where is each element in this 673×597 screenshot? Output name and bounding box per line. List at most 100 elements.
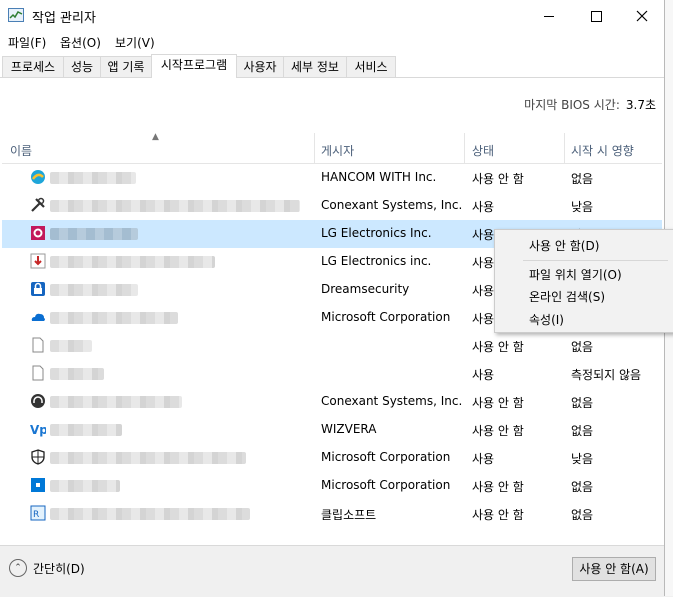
table-row[interactable]: Conexant Systems, Inc. 사용 안 함 없음: [2, 388, 662, 416]
fewer-details-label: 간단히(D): [33, 561, 85, 576]
column-header-row: ▲ 이름 게시자 상태 시작 시 영향: [2, 132, 662, 164]
table-row[interactable]: Microsoft Corporation 사용 낮음: [2, 444, 662, 472]
status-cell: 사용 안 함: [472, 424, 524, 438]
publisher-cell: 클립소프트: [321, 508, 377, 522]
svg-text:R: R: [33, 510, 39, 520]
file-icon: [32, 337, 44, 353]
context-menu: 사용 안 함(D) 파일 위치 열기(O) 온라인 검색(S) 속성(I): [494, 229, 673, 333]
table-row[interactable]: Microsoft Corporation 사용 안 함 없음: [2, 472, 662, 500]
svg-text:Vp: Vp: [30, 423, 46, 437]
impact-cell: 없음: [571, 508, 594, 522]
tab-services[interactable]: 서비스: [346, 56, 396, 77]
app-name-blurred: [50, 200, 300, 212]
context-properties[interactable]: 속성(I): [529, 311, 564, 328]
publisher-cell: Conexant Systems, Inc.: [321, 394, 463, 408]
blue-square-icon: [31, 478, 45, 492]
close-button[interactable]: [619, 0, 665, 32]
status-cell: 사용: [472, 228, 495, 242]
impact-cell: 측정되지 않음: [571, 368, 642, 382]
window-title: 작업 관리자: [32, 11, 96, 26]
context-open-file-location[interactable]: 파일 위치 열기(O): [529, 266, 622, 283]
chevron-up-icon: ⌃: [9, 559, 27, 577]
publisher-cell: Microsoft Corporation: [321, 478, 451, 492]
app-name-blurred: [50, 368, 104, 380]
table-row[interactable]: R 클립소프트 사용 안 함 없음: [2, 500, 662, 528]
column-name[interactable]: 이름: [10, 142, 32, 159]
publisher-cell: HANCOM WITH Inc.: [321, 170, 437, 184]
publisher-cell: LG Electronics Inc.: [321, 226, 432, 240]
footer-bar: ⌃ 간단히(D) 사용 안 함(A): [0, 545, 664, 597]
app-name-blurred: [50, 508, 250, 520]
column-status[interactable]: 상태: [472, 142, 494, 159]
tab-startup[interactable]: 시작프로그램: [151, 54, 237, 78]
clipsoft-icon: R: [30, 505, 46, 521]
table-row[interactable]: HANCOM WITH Inc. 사용 안 함 없음: [2, 164, 662, 192]
status-cell: 사용 안 함: [472, 396, 524, 410]
tab-performance[interactable]: 성능: [63, 56, 101, 77]
maximize-icon: [590, 10, 602, 22]
publisher-cell: WIZVERA: [321, 422, 377, 436]
column-divider[interactable]: [564, 133, 565, 163]
impact-cell: 없음: [571, 396, 594, 410]
column-divider[interactable]: [464, 133, 465, 163]
file-icon: [32, 365, 44, 381]
close-icon: [636, 10, 648, 22]
disable-button[interactable]: 사용 안 함(A): [572, 557, 656, 581]
publisher-cell: LG Electronics inc.: [321, 254, 432, 268]
title-bar[interactable]: 작업 관리자: [0, 0, 664, 32]
status-cell: 사용 안 함: [472, 508, 524, 522]
table-row[interactable]: Vp WIZVERA 사용 안 함 없음: [2, 416, 662, 444]
download-icon: [30, 253, 46, 269]
status-cell: 사용: [472, 256, 495, 270]
tab-app-history[interactable]: 앱 기록: [100, 56, 152, 77]
maximize-button[interactable]: [573, 0, 619, 32]
menu-view[interactable]: 보기(V): [115, 34, 155, 51]
minimize-button[interactable]: [526, 0, 572, 32]
app-name-blurred: [50, 396, 182, 408]
tab-users[interactable]: 사용자: [236, 56, 284, 77]
app-name-blurred: [50, 424, 122, 436]
minimize-icon: [544, 15, 554, 17]
sort-up-icon: ▲: [152, 132, 159, 142]
context-disable[interactable]: 사용 안 함(D): [529, 237, 599, 254]
bios-time-label: 마지막 BIOS 시간:: [524, 98, 620, 112]
bios-time: 마지막 BIOS 시간: 3.7초: [524, 96, 656, 113]
table-row[interactable]: 사용 측정되지 않음: [2, 360, 662, 388]
column-publisher[interactable]: 게시자: [321, 142, 354, 159]
tab-bar: 프로세스 성능 앱 기록 시작프로그램 사용자 세부 정보 서비스: [0, 54, 664, 78]
impact-cell: 낮음: [571, 200, 594, 214]
tab-processes[interactable]: 프로세스: [2, 56, 64, 77]
onedrive-icon: [31, 313, 45, 321]
status-cell: 사용: [472, 200, 495, 214]
tab-details[interactable]: 세부 정보: [283, 56, 347, 77]
status-cell: 사용 안 함: [472, 480, 524, 494]
menu-bar: 파일(F) 옵션(O) 보기(V): [0, 32, 664, 52]
task-manager-icon: [8, 8, 24, 22]
status-cell: 사용: [472, 368, 495, 382]
menu-options[interactable]: 옵션(O): [60, 34, 101, 51]
column-impact[interactable]: 시작 시 영향: [571, 142, 634, 159]
impact-cell: 없음: [571, 340, 594, 354]
table-row[interactable]: Conexant Systems, Inc. 사용 낮음: [2, 192, 662, 220]
context-search-online[interactable]: 온라인 검색(S): [529, 288, 605, 305]
tools-icon: [31, 197, 45, 212]
app-name-blurred: [50, 256, 215, 268]
publisher-cell: Microsoft Corporation: [321, 450, 451, 464]
fewer-details-toggle[interactable]: ⌃ 간단히(D): [9, 559, 85, 577]
table-row[interactable]: 사용 안 함 없음: [2, 332, 662, 360]
status-cell: 사용: [472, 284, 495, 298]
column-divider[interactable]: [314, 133, 315, 163]
lock-icon: [31, 282, 45, 296]
status-cell: 사용: [472, 312, 495, 326]
context-separator: [523, 260, 668, 261]
impact-cell: 낮음: [571, 452, 594, 466]
publisher-cell: Conexant Systems, Inc.: [321, 198, 463, 212]
headset-icon: [31, 394, 45, 408]
wizvera-icon: Vp: [30, 423, 46, 437]
bios-time-value: 3.7초: [625, 98, 656, 112]
menu-file[interactable]: 파일(F): [8, 34, 46, 51]
impact-cell: 없음: [571, 424, 594, 438]
app-name-blurred: [50, 452, 246, 464]
impact-cell: 없음: [571, 172, 594, 186]
app-name-blurred: [50, 172, 136, 184]
